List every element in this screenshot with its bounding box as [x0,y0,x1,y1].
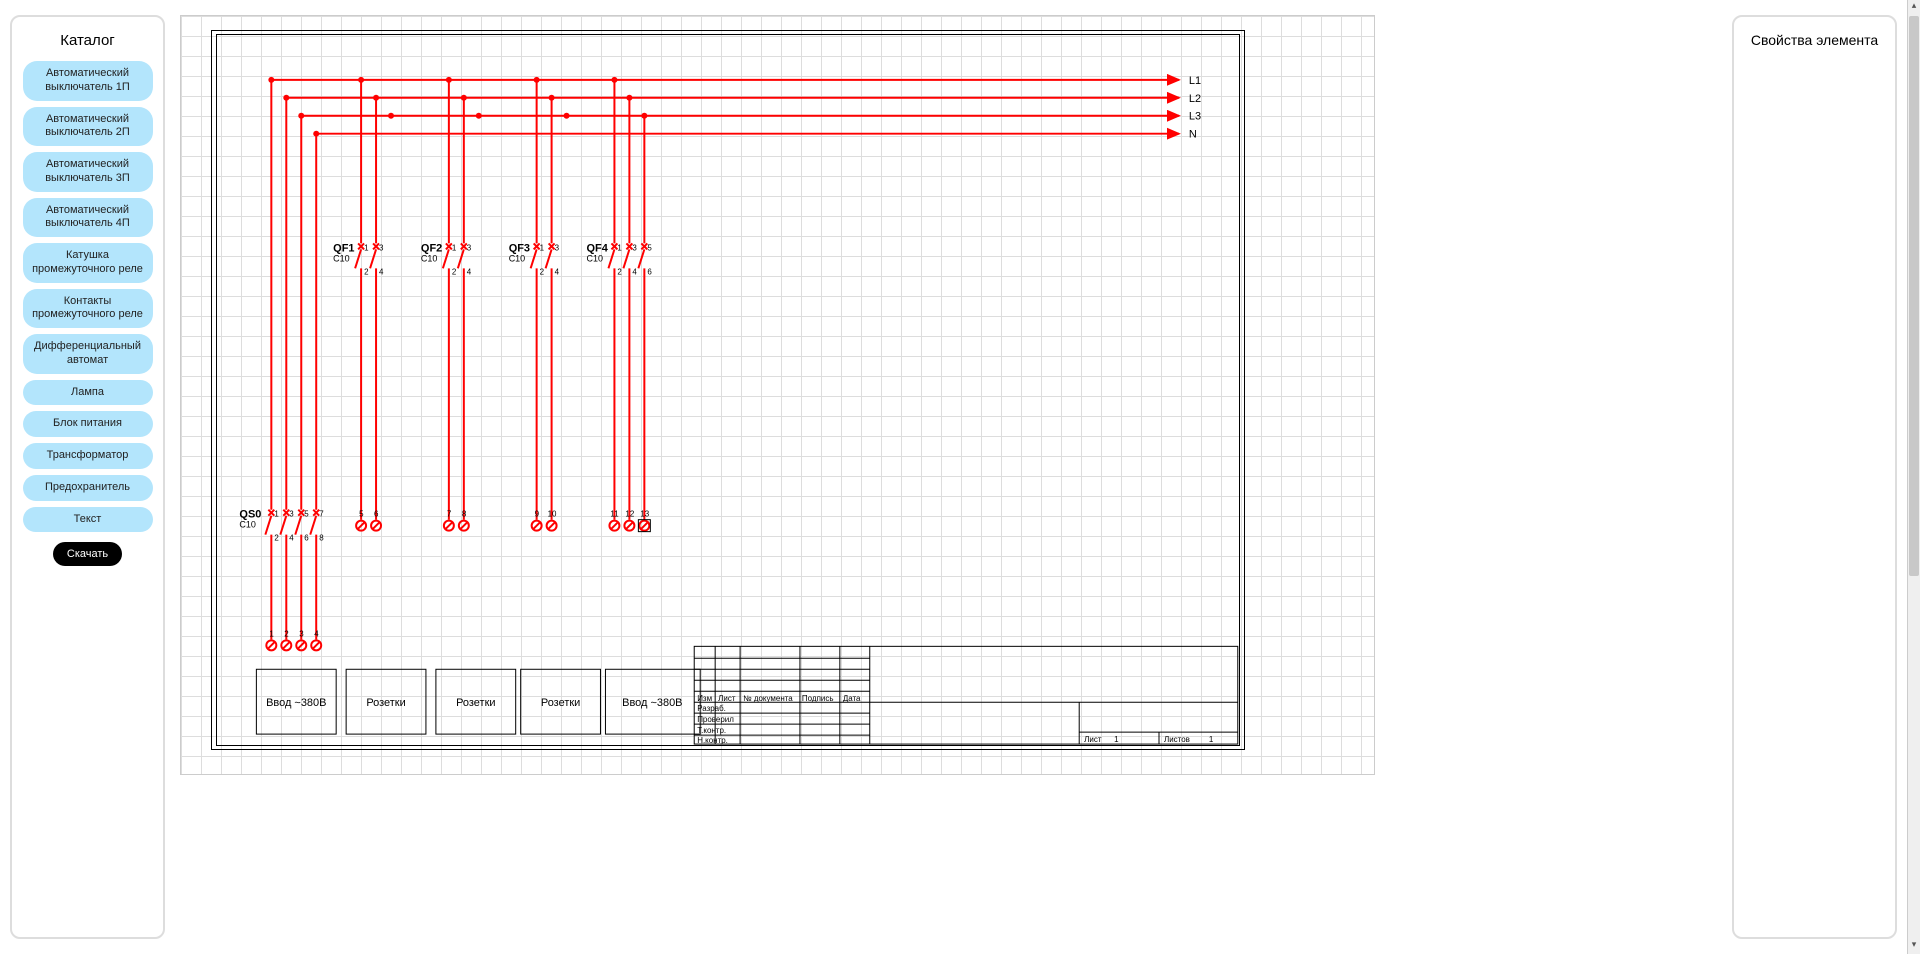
svg-text:Листов: Листов [1164,735,1190,744]
svg-text:C10: C10 [333,253,349,263]
properties-title: Свойства элемента [1739,32,1890,48]
bus-l3: L3 [1189,111,1201,123]
svg-text:C10: C10 [587,253,603,263]
svg-text:2: 2 [364,267,369,276]
svg-text:3: 3 [467,243,472,252]
catalog-item-fuse[interactable]: Предохранитель [23,475,153,501]
properties-panel: Свойства элемента [1732,15,1897,939]
terminals-qf-out [356,520,650,532]
schematic-svg: L1 L2 L3 N [181,16,1374,774]
svg-text:Н.контр.: Н.контр. [697,736,728,745]
svg-text:1: 1 [452,243,457,252]
svg-text:№ документа: № документа [743,694,793,703]
svg-text:3: 3 [632,243,637,252]
svg-text:Лист: Лист [1084,735,1102,744]
bus-l2: L2 [1189,93,1201,105]
svg-text:Разраб.: Разраб. [697,704,726,713]
catalog-item-relay-contacts[interactable]: Контакты промежуточного реле [23,289,153,329]
app-root: Каталог Автоматический выключатель 1П Ав… [0,0,1920,954]
scroll-down-icon[interactable]: ▾ [1908,939,1920,954]
canvas-area[interactable]: L1 L2 L3 N [175,0,1722,954]
svg-text:10: 10 [548,510,557,519]
scroll-thumb[interactable] [1909,16,1919,576]
svg-text:2: 2 [540,267,545,276]
svg-text:Розетки: Розетки [541,697,580,709]
svg-text:13: 13 [640,510,649,519]
svg-text:6: 6 [304,534,309,543]
drawing-canvas[interactable]: L1 L2 L3 N [180,15,1375,775]
device-qf1[interactable]: QF1 C10 1 3 2 4 [333,242,384,519]
catalog-item-text[interactable]: Текст [23,507,153,533]
svg-text:Дата: Дата [843,694,861,703]
svg-text:4: 4 [289,534,294,543]
catalog-item-breaker-4p[interactable]: Автоматический выключатель 4П [23,198,153,238]
catalog-item-breaker-2p[interactable]: Автоматический выключатель 2П [23,107,153,147]
svg-text:C10: C10 [421,253,437,263]
svg-text:3: 3 [379,243,384,252]
bus-l1: L1 [1189,75,1201,87]
svg-text:Розетки: Розетки [456,697,495,709]
svg-text:Ввод ~380В: Ввод ~380В [266,697,326,709]
svg-text:3: 3 [299,629,304,638]
catalog-item-breaker-1p[interactable]: Автоматический выключатель 1П [23,61,153,101]
svg-text:1: 1 [364,243,369,252]
catalog-title: Каталог [60,32,115,49]
svg-text:5: 5 [647,243,652,252]
svg-text:Проверил: Проверил [697,715,734,724]
svg-text:3: 3 [555,243,560,252]
svg-text:Розетки: Розетки [366,697,405,709]
catalog-item-relay-coil[interactable]: Катушка промежуточного реле [23,243,153,283]
scroll-up-icon[interactable]: ▴ [1908,0,1920,15]
device-qf3[interactable]: QF3 C10 1 3 2 4 [509,242,560,519]
svg-text:4: 4 [632,267,637,276]
svg-text:7: 7 [319,510,324,519]
svg-text:2: 2 [452,267,457,276]
svg-text:2: 2 [617,267,622,276]
device-qf4[interactable]: QF4 C10 1 3 5 2 4 6 [587,242,653,519]
device-qs0[interactable]: QS0 C10 1 3 5 7 2 4 6 8 [239,509,324,640]
svg-text:1: 1 [1114,735,1119,744]
catalog-item-lamp[interactable]: Лампа [23,380,153,406]
svg-text:5: 5 [304,510,309,519]
bus-n: N [1189,129,1197,141]
svg-text:6: 6 [374,510,379,519]
download-button[interactable]: Скачать [53,542,122,566]
svg-text:4: 4 [379,267,384,276]
svg-text:7: 7 [447,510,452,519]
svg-text:4: 4 [314,629,319,638]
svg-text:8: 8 [319,534,324,543]
window-scrollbar[interactable]: ▴ ▾ [1907,0,1920,954]
svg-text:4: 4 [467,267,472,276]
svg-text:9: 9 [535,510,540,519]
svg-text:1: 1 [269,629,274,638]
svg-text:C10: C10 [509,253,525,263]
catalog-item-psu[interactable]: Блок питания [23,411,153,437]
svg-text:2: 2 [284,629,289,638]
svg-text:5: 5 [359,510,364,519]
svg-text:3: 3 [289,510,294,519]
svg-text:Изм: Изм [697,694,712,703]
svg-text:2: 2 [274,534,279,543]
svg-text:C10: C10 [239,520,255,530]
svg-text:1: 1 [1209,735,1214,744]
svg-text:Подпись: Подпись [802,694,834,703]
catalog-item-breaker-3p[interactable]: Автоматический выключатель 3П [23,152,153,192]
svg-text:4: 4 [555,267,560,276]
svg-text:11: 11 [610,510,619,519]
catalog-sidebar: Каталог Автоматический выключатель 1П Ав… [10,15,165,939]
svg-text:1: 1 [274,510,279,519]
catalog-item-rcbo[interactable]: Дифференциальный автомат [23,334,153,374]
device-qf2[interactable]: QF2 C10 1 3 2 4 [421,242,472,519]
svg-text:6: 6 [647,267,652,276]
svg-text:12: 12 [625,510,634,519]
terminals-qs0-in [266,640,321,650]
catalog-item-transformer[interactable]: Трансформатор [23,443,153,469]
svg-text:Т.контр.: Т.контр. [697,726,726,735]
svg-text:Лист: Лист [718,694,736,703]
svg-text:1: 1 [540,243,545,252]
svg-text:1: 1 [617,243,622,252]
svg-text:Ввод ~380В: Ввод ~380В [622,697,682,709]
svg-text:8: 8 [462,510,467,519]
